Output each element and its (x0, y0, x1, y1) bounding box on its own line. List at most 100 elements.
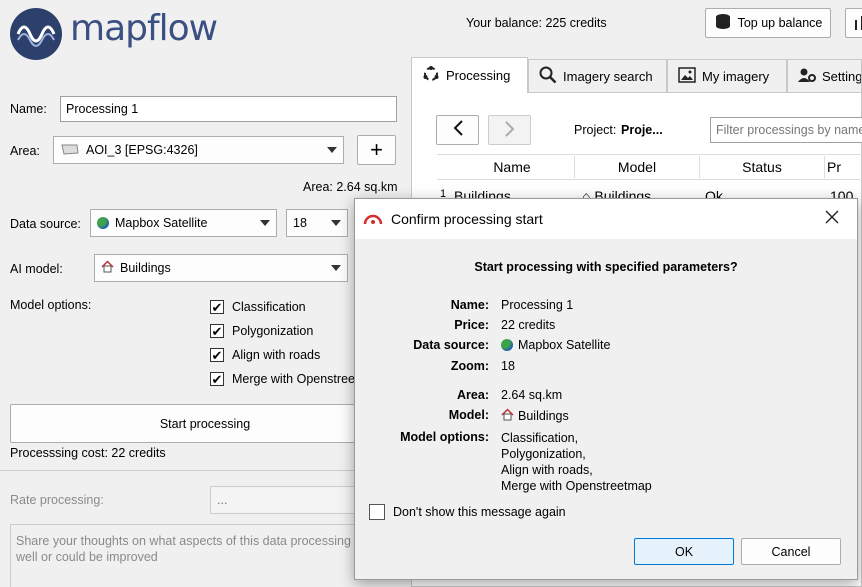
confirm-dialog: Confirm processing start Start processin… (354, 198, 858, 580)
tab-processing[interactable]: Processing (411, 57, 528, 93)
checkbox-checked-icon[interactable]: ✔ (210, 300, 224, 314)
logo-text: mapflow (70, 8, 218, 49)
name-input[interactable]: Processing 1 (60, 96, 397, 122)
house-icon (101, 260, 114, 276)
ai-model-select[interactable]: Buildings (94, 254, 348, 282)
rate-value: ... (217, 493, 228, 507)
mapflow-small-icon (363, 211, 383, 228)
field-zoom: Zoom: 18 (355, 359, 515, 373)
name-input-value: Processing 1 (66, 102, 139, 116)
chevron-down-icon (331, 220, 341, 226)
feedback-textarea[interactable]: Share your thoughts on what aspects of t… (10, 524, 410, 587)
chevron-right-icon (504, 120, 516, 140)
column-model-header[interactable]: Model (575, 156, 700, 178)
option-label: Merge with Openstree (232, 372, 355, 386)
checkbox-checked-icon[interactable]: ✔ (210, 348, 224, 362)
ai-model-label: AI model: (10, 262, 63, 276)
globe-icon (501, 339, 513, 351)
area-select-value: AOI_3 [EPSG:4326] (86, 143, 198, 157)
ok-button[interactable]: OK (634, 538, 734, 565)
data-source-value: Mapbox Satellite (115, 216, 208, 230)
field-price: Price: 22 credits (355, 318, 555, 332)
divider (0, 470, 410, 471)
ai-model-value: Buildings (120, 261, 171, 275)
field-value: 18 (501, 359, 515, 373)
data-source-select[interactable]: Mapbox Satellite (90, 209, 277, 237)
cancel-button[interactable]: Cancel (741, 538, 841, 565)
tab-settings[interactable]: Setting (787, 59, 862, 92)
forward-button[interactable] (488, 115, 531, 145)
feedback-placeholder-line: well or could be improved (16, 550, 158, 564)
tab-my-imagery[interactable]: My imagery (667, 59, 787, 92)
tab-label: Processing (446, 68, 511, 83)
field-data-source: Data source: Mapbox Satellite (355, 338, 610, 352)
close-button[interactable] (825, 210, 839, 227)
coins-icon (714, 13, 732, 34)
field-name: Name: Processing 1 (355, 298, 573, 312)
field-key: Name: (450, 298, 489, 312)
back-button[interactable] (436, 115, 479, 145)
processing-cost-text: Processsing cost: 22 credits (10, 446, 166, 460)
option-align-roads[interactable]: ✔ Align with roads (210, 348, 320, 362)
zoom-value: 18 (293, 216, 307, 230)
field-value: Processing 1 (501, 298, 574, 312)
tab-imagery-search[interactable]: Imagery search (528, 59, 667, 92)
column-name-header[interactable]: Name (450, 156, 575, 178)
checkbox-unchecked-icon[interactable] (369, 504, 385, 520)
tab-label: My imagery (702, 68, 770, 84)
filter-processings-input[interactable]: Filter processings by name (710, 117, 862, 143)
field-value: Merge with Openstreetmap (501, 479, 652, 493)
field-value: 2.64 sq.km (501, 388, 563, 402)
polygon-icon (60, 143, 80, 158)
field-value: Buildings (518, 409, 569, 423)
field-model-options: Model options: Classification, Polygoniz… (355, 430, 652, 494)
chevron-down-icon (327, 147, 337, 153)
option-label: Align with roads (232, 348, 321, 362)
dont-show-label: Don't show this message again (393, 505, 566, 519)
field-key: Zoom: (450, 359, 489, 373)
globe-icon (97, 217, 109, 229)
tab-label: Setting (822, 68, 862, 84)
mapflow-logo-icon (10, 8, 62, 60)
chevron-down-icon (331, 265, 341, 271)
field-value: Classification, (501, 431, 579, 445)
column-status-header[interactable]: Status (700, 156, 825, 178)
gear-icon (798, 67, 816, 86)
chevron-left-icon (452, 119, 464, 142)
filter-placeholder: Filter processings by name (716, 123, 862, 137)
option-classification[interactable]: ✔ Classification (210, 300, 306, 314)
start-processing-button[interactable]: Start processing (10, 404, 400, 443)
field-key: Data source: (413, 338, 489, 352)
column-progress-header[interactable]: Pr (825, 156, 862, 178)
field-value: Polygonization, (501, 447, 586, 461)
house-icon (501, 408, 514, 424)
checkbox-checked-icon[interactable]: ✔ (210, 324, 224, 338)
area-label: Area: (10, 144, 40, 158)
field-key: Model: (448, 408, 489, 422)
option-label: Polygonization (232, 324, 314, 338)
dialog-heading: Start processing with specified paramete… (474, 260, 738, 274)
field-value: 22 credits (501, 318, 556, 332)
project-label: Project: (574, 123, 617, 137)
dont-show-checkbox[interactable]: Don't show this message again (369, 504, 566, 520)
checkbox-checked-icon[interactable]: ✔ (210, 372, 224, 386)
field-model: Model: Buildings (355, 408, 569, 424)
tab-label: Imagery search (563, 68, 653, 84)
option-label: Classification (232, 300, 306, 314)
dialog-titlebar: Confirm processing start (355, 199, 857, 239)
image-icon (678, 66, 696, 86)
field-key: Area: (457, 388, 489, 402)
field-value: Align with roads, (501, 463, 593, 477)
option-merge-osm[interactable]: ✔ Merge with Openstree (210, 372, 355, 386)
field-key: Model options: (400, 430, 489, 444)
area-select[interactable]: AOI_3 [EPSG:4326] (53, 136, 344, 164)
rate-processing-label: Rate processing: (10, 493, 104, 507)
top-up-balance-button[interactable]: Top up balance (705, 8, 831, 38)
chart-button[interactable] (845, 8, 862, 38)
feedback-placeholder-line: Share your thoughts on what aspects of t… (16, 534, 351, 548)
project-value: Proje... (621, 123, 663, 137)
add-area-button[interactable]: + (357, 135, 396, 165)
zoom-select[interactable]: 18 (286, 209, 348, 237)
option-polygonization[interactable]: ✔ Polygonization (210, 324, 313, 338)
chart-icon (853, 14, 862, 33)
